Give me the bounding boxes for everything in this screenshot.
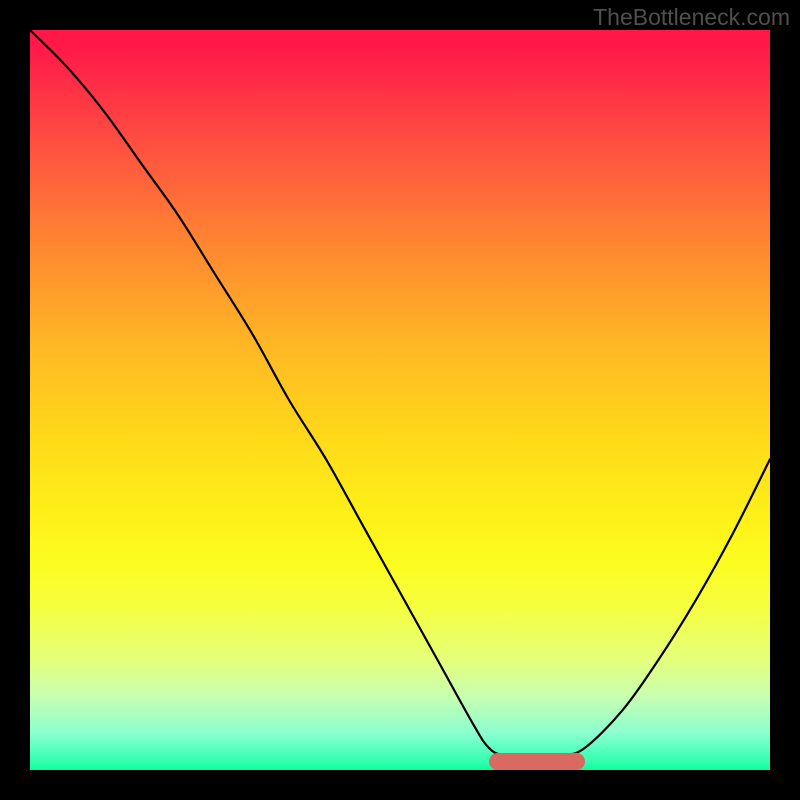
bottleneck-curve bbox=[30, 30, 770, 770]
sweet-spot-marker bbox=[489, 753, 585, 770]
plot-area bbox=[30, 30, 770, 770]
watermark-text: TheBottleneck.com bbox=[593, 4, 790, 31]
chart-frame: TheBottleneck.com bbox=[0, 0, 800, 800]
